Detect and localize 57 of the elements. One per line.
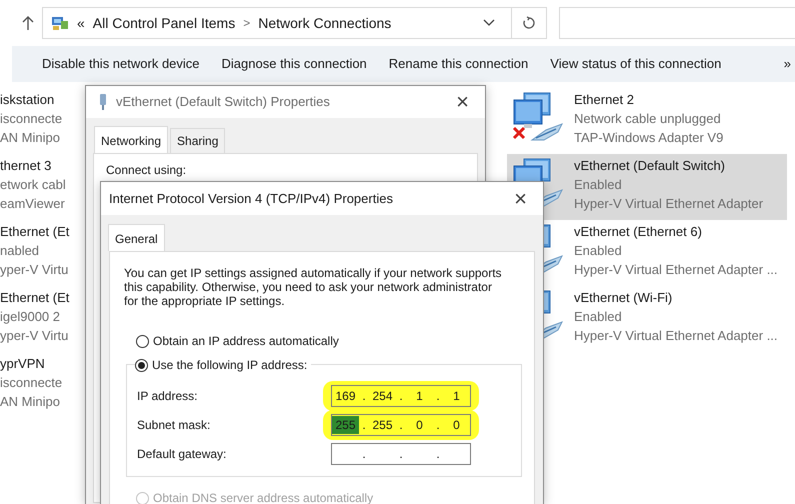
- control-panel-icon: [51, 15, 69, 31]
- connection-device: Hyper-V Virtual Ethernet Adapter ...: [574, 261, 778, 279]
- close-button[interactable]: ×: [510, 188, 531, 210]
- radio-button[interactable]: [136, 334, 149, 348]
- ip-address-field[interactable]: 169 . 254 . 1 . 1: [331, 384, 471, 406]
- connection-device: Hyper-V Virtual Ethernet Adapter ...: [574, 327, 778, 345]
- overflow-chevron[interactable]: »: [784, 54, 791, 74]
- connection-name: vEthernet (Default Switch): [574, 157, 726, 175]
- breadcrumb-item[interactable]: Network Connections: [258, 12, 392, 34]
- dropdown-chevron-icon[interactable]: [483, 19, 495, 27]
- connection-device: AN Minipo: [0, 393, 61, 411]
- network-adapter-icon: [98, 93, 108, 111]
- dialog-tab[interactable]: Sharing: [170, 128, 226, 153]
- connection-status: igel9000 2: [0, 308, 61, 326]
- connection-device: yper-V Virtu: [0, 261, 70, 279]
- connection-status: etwork cabl: [0, 176, 67, 194]
- field-label: Default gateway:: [137, 446, 226, 462]
- command-link[interactable]: Rename this connection: [388, 54, 528, 74]
- dialog-tab[interactable]: Networking: [94, 126, 168, 153]
- dialog-title: Internet Protocol Version 4 (TCP/IPv4) Properties: [109, 190, 393, 208]
- radio-button[interactable]: [135, 358, 148, 372]
- field-label: Subnet mask:: [137, 416, 210, 434]
- dialog-title: vEthernet (Default Switch) Properties: [116, 93, 330, 112]
- dialog-tab[interactable]: General: [108, 224, 165, 251]
- connection-status: Enabled: [574, 176, 623, 194]
- field-label: IP address:: [137, 388, 198, 404]
- up-arrow-icon[interactable]: [22, 16, 34, 30]
- connection-item[interactable]: Ethernet 2 Network cable unplugged TAP-Windows Adapter V9: [507, 88, 787, 154]
- command-link[interactable]: Disable this network device: [42, 54, 200, 74]
- close-button[interactable]: ×: [452, 91, 473, 113]
- breadcrumb-overflow[interactable]: «: [77, 12, 85, 34]
- search-field[interactable]: [559, 7, 795, 39]
- connection-status: isconnecte: [0, 110, 64, 128]
- breadcrumb-separator[interactable]: >: [243, 14, 250, 32]
- connection-name: vEthernet (Ethernet 6): [574, 223, 703, 241]
- connection-device: eamViewer: [0, 195, 66, 213]
- command-link[interactable]: View status of this connection: [550, 54, 722, 74]
- connection-status: nabled: [0, 242, 40, 260]
- ip-address-field[interactable]: . . .: [331, 442, 471, 464]
- connection-name: vEthernet (Wi-Fi): [574, 289, 674, 307]
- connection-status: isconnecte: [0, 374, 64, 392]
- command-link[interactable]: Diagnose this connection: [222, 54, 367, 74]
- connection-status: Enabled: [574, 308, 623, 326]
- connection-device: yper-V Virtu: [0, 327, 70, 345]
- connection-device: Hyper-V Virtual Ethernet Adapter: [574, 195, 764, 213]
- description-text: You can get IP settings assigned automatically if your network supports this capability. Otherwise, you need to ask your network administrator for the appropriate IP settings.: [124, 266, 503, 308]
- connection-status: Network cable unplugged: [574, 110, 722, 128]
- ip-address-field[interactable]: 255 . 255 . 0 . 0: [331, 414, 471, 436]
- refresh-icon: [522, 16, 536, 30]
- connection-device: AN Minipo: [0, 129, 61, 147]
- radio-label[interactable]: Obtain an IP address automatically: [153, 332, 339, 350]
- radio-label[interactable]: Use the following IP address:: [152, 356, 308, 374]
- connect-using-label: Connect using:: [106, 163, 186, 177]
- connection-status: Enabled: [574, 242, 623, 260]
- connection-device: TAP-Windows Adapter V9: [574, 129, 724, 147]
- connection-name: Ethernet 2: [574, 91, 635, 109]
- breadcrumb-item[interactable]: All Control Panel Items: [92, 12, 236, 34]
